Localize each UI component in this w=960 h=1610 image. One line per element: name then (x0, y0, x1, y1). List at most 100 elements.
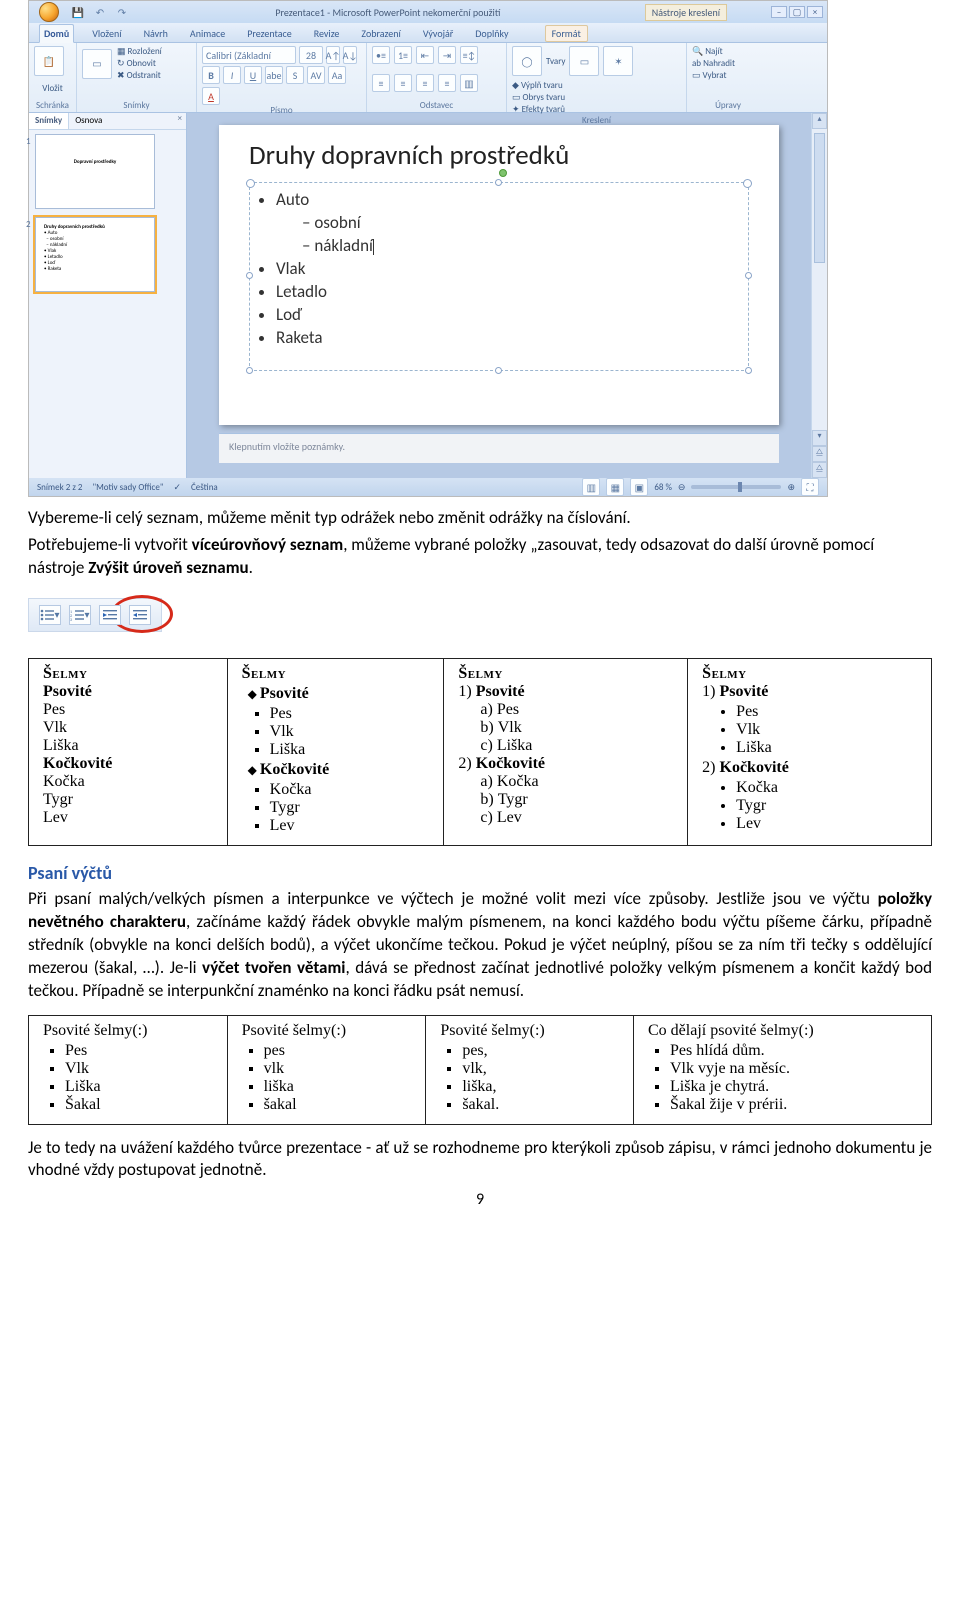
underline-button[interactable]: U (244, 66, 262, 84)
bold-button[interactable]: B (202, 66, 220, 84)
align-left-button[interactable]: ≡ (372, 74, 390, 92)
paragraph: Vybereme-li celý seznam, můžeme měnit ty… (28, 507, 932, 530)
tab-review[interactable]: Revize (310, 25, 344, 42)
quick-styles-button[interactable]: ✶ (603, 46, 633, 76)
list-item: nákladní (302, 235, 744, 258)
tab-addins[interactable]: Doplňky (471, 25, 512, 42)
numbering-icon[interactable]: 123▾ (69, 605, 91, 625)
view-normal-icon[interactable]: ▥ (582, 478, 600, 496)
list-item: Loď (276, 304, 744, 327)
tab-insert[interactable]: Vložení (88, 25, 125, 42)
list-item: Letadlo (276, 281, 744, 304)
find-button[interactable]: 🔍 Najít (692, 46, 764, 57)
language-indicator[interactable]: Čeština (191, 482, 218, 493)
content-textbox[interactable]: Auto osobní nákladní Vlak Letadlo Loď Ra… (249, 182, 749, 371)
paragraph: Při psaní malých/velkých písmen a interp… (28, 888, 932, 1003)
minimize-button[interactable]: – (771, 6, 787, 18)
paragraph: Potřebujeme-li vytvořit víceúrovňový sez… (28, 534, 932, 580)
group-paragraph-label: Odstavec (372, 100, 501, 111)
numbering-button[interactable]: 1≡ (394, 46, 412, 64)
view-sorter-icon[interactable]: ▦ (606, 478, 624, 496)
office-button[interactable] (33, 1, 65, 23)
scroll-up-icon[interactable]: ▴ (812, 113, 827, 129)
paste-icon[interactable]: 📋 (34, 46, 64, 76)
vertical-scrollbar[interactable]: ▴ ▾ ⧋ ⧋ (811, 113, 827, 478)
spacing-button[interactable]: AV (307, 66, 325, 84)
qat-redo-icon[interactable]: ↷ (113, 3, 131, 21)
bullets-icon[interactable]: ▾ (39, 605, 61, 625)
paste-label: Vložit (34, 83, 71, 94)
outline-tab[interactable]: Osnova (69, 113, 108, 129)
prev-slide-icon[interactable]: ⧋ (812, 446, 827, 462)
increase-indent-button[interactable]: ⇥ (438, 46, 456, 64)
scroll-down-icon[interactable]: ▾ (812, 430, 827, 446)
tab-home[interactable]: Domů (39, 24, 74, 43)
group-slides-label: Snímky (82, 100, 191, 111)
tab-animations[interactable]: Animace (186, 25, 229, 42)
ribbon: 📋 Vložit Schránka ▭ ▦ Rozložení ↻ Obnovi… (29, 43, 827, 113)
font-selector[interactable]: Calibri (Základní (202, 46, 296, 64)
group-editing-label: Úpravy (692, 100, 764, 111)
font-size-selector[interactable]: 28 (299, 46, 323, 64)
columns-button[interactable]: ▥ (460, 74, 478, 92)
font-color-button[interactable]: A (202, 87, 220, 105)
shape-outline-button[interactable]: ▭ Obrys tvaru (512, 92, 565, 103)
slide-title[interactable]: Druhy dopravních prostředků (249, 139, 749, 172)
tab-developer[interactable]: Vývojář (419, 25, 457, 42)
list-item: Auto osobní nákladní (276, 189, 744, 258)
thumb-number: 2 (26, 220, 31, 231)
fit-window-icon[interactable]: ⛶ (801, 478, 819, 496)
tab-format[interactable]: Formát (545, 25, 588, 42)
qat-undo-icon[interactable]: ↶ (91, 3, 109, 21)
zoom-slider[interactable] (691, 485, 781, 489)
rotate-handle-icon[interactable] (499, 169, 507, 177)
theme-indicator: "Motiv sady Office" (92, 482, 163, 493)
thumb-number: 1 (26, 137, 31, 148)
slides-tab[interactable]: Snímky (29, 113, 69, 129)
slide-thumb-1[interactable]: 1 Dopravní prostředky (35, 134, 155, 209)
layout-button[interactable]: ▦ Rozložení (117, 46, 162, 57)
shape-fill-button[interactable]: ◆ Výplň tvaru (512, 80, 565, 91)
view-slideshow-icon[interactable]: ▣ (630, 478, 648, 496)
increase-indent-icon[interactable] (129, 605, 151, 625)
italic-button[interactable]: I (223, 66, 241, 84)
grow-font-icon[interactable]: A↑ (326, 46, 340, 64)
list-item: Vlak (276, 258, 744, 281)
close-panel-icon[interactable]: × (174, 113, 186, 129)
tab-design[interactable]: Návrh (140, 25, 172, 42)
slide-thumb-2[interactable]: 2 Druhy dopravních prostředků • Auto – o… (35, 217, 155, 292)
align-center-button[interactable]: ≡ (394, 74, 412, 92)
new-slide-icon[interactable]: ▭ (82, 49, 112, 79)
next-slide-icon[interactable]: ⧋ (812, 462, 827, 478)
tab-view[interactable]: Zobrazení (357, 25, 404, 42)
select-button[interactable]: ▭ Vybrat (692, 70, 764, 81)
decrease-indent-icon[interactable] (99, 605, 121, 625)
window-titlebar: 💾 ↶ ↷ Prezentace1 - Microsoft PowerPoint… (29, 1, 827, 23)
case-button[interactable]: Aa (328, 66, 346, 84)
shrink-font-icon[interactable]: A↓ (343, 46, 357, 64)
close-button[interactable]: × (807, 6, 823, 18)
shadow-button[interactable]: S (286, 66, 304, 84)
justify-button[interactable]: ≡ (438, 74, 456, 92)
align-right-button[interactable]: ≡ (416, 74, 434, 92)
zoom-in-icon[interactable]: ⊕ (787, 482, 795, 493)
reset-button[interactable]: ↻ Obnovit (117, 58, 162, 69)
spellcheck-icon[interactable]: ✓ (173, 482, 181, 493)
notes-pane[interactable]: Klepnutím vložíte poznámky. (219, 433, 779, 463)
line-spacing-button[interactable]: ≡↕ (460, 46, 478, 64)
shapes-gallery-button[interactable]: ◯ (512, 46, 542, 76)
zoom-out-icon[interactable]: ⊖ (678, 482, 686, 493)
tab-slideshow[interactable]: Prezentace (243, 25, 295, 42)
decrease-indent-button[interactable]: ⇤ (416, 46, 434, 64)
group-clipboard-label: Schránka (34, 100, 71, 111)
maximize-button[interactable]: ▢ (789, 6, 805, 18)
slide-canvas[interactable]: Druhy dopravních prostředků Auto osobní … (219, 125, 779, 425)
list-item: Raketa (276, 327, 744, 350)
delete-button[interactable]: ✖ Odstranit (117, 70, 162, 81)
strike-button[interactable]: abe (265, 66, 283, 84)
arrange-button[interactable]: ▭ (569, 46, 599, 76)
qat-save-icon[interactable]: 💾 (69, 3, 87, 21)
replace-button[interactable]: ab Nahradit (692, 58, 764, 69)
bullets-button[interactable]: •≡ (372, 46, 390, 64)
page-number: 9 (28, 1190, 932, 1209)
